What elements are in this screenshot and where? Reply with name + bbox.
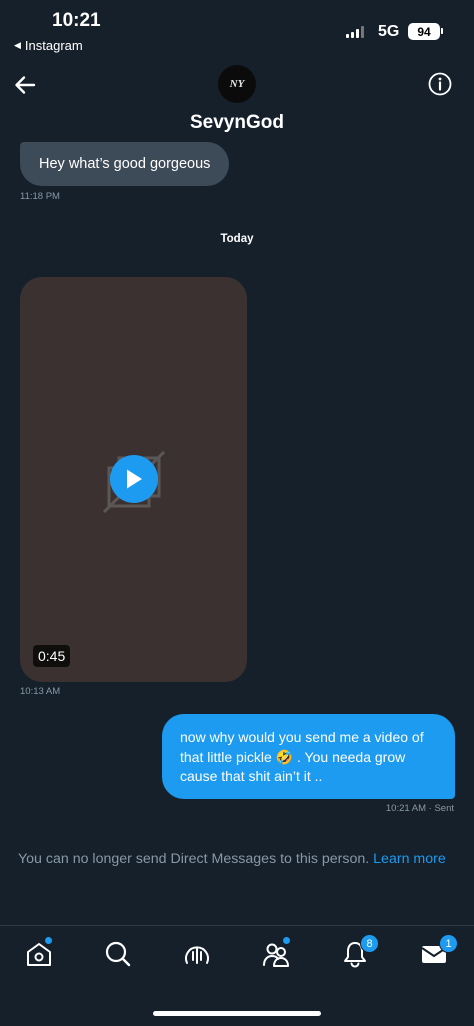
incoming-message-text: Hey what’s good gorgeous bbox=[39, 156, 211, 172]
avatar-logo-text: NY bbox=[229, 78, 245, 90]
network-type: 5G bbox=[378, 23, 400, 40]
back-to-app-link[interactable]: ◀ Instagram bbox=[14, 38, 83, 53]
battery-icon: 94 bbox=[408, 23, 440, 40]
outgoing-message-status: 10:21 AM · Sent bbox=[385, 803, 454, 814]
play-button[interactable] bbox=[110, 455, 158, 503]
battery-level: 94 bbox=[417, 24, 431, 39]
status-time: 10:21 bbox=[52, 10, 101, 31]
communities-icon[interactable] bbox=[262, 940, 290, 968]
conversation-title[interactable]: SevynGod bbox=[0, 112, 474, 134]
messages-count-badge: 1 bbox=[439, 934, 458, 953]
battery-tip bbox=[441, 28, 443, 34]
incoming-message-time: 11:18 PM bbox=[20, 191, 60, 202]
nav-divider bbox=[0, 925, 474, 926]
video-duration: 0:45 bbox=[33, 645, 71, 667]
spaces-icon[interactable] bbox=[183, 940, 211, 968]
back-app-label: Instagram bbox=[24, 38, 83, 53]
info-icon[interactable] bbox=[428, 72, 452, 96]
incoming-message-bubble[interactable]: Hey what’s good gorgeous bbox=[20, 142, 229, 186]
avatar[interactable]: NY bbox=[218, 65, 256, 103]
learn-more-link[interactable]: Learn more bbox=[373, 851, 446, 867]
notifications-count-badge: 8 bbox=[360, 934, 379, 953]
back-triangle-icon: ◀ bbox=[14, 40, 21, 50]
dm-restriction-notice: You can no longer send Direct Messages t… bbox=[18, 851, 458, 867]
home-notification-dot bbox=[45, 937, 52, 944]
video-message-time: 10:13 AM bbox=[20, 686, 61, 697]
signal-icon bbox=[346, 26, 364, 38]
back-arrow-icon[interactable] bbox=[12, 72, 38, 98]
notice-text: You can no longer send Direct Messages t… bbox=[18, 851, 370, 867]
outgoing-message-line: that little pickle 🤣 . You needa grow bbox=[180, 748, 406, 765]
play-icon bbox=[127, 469, 142, 489]
outgoing-message-line: now why would you send me a video of bbox=[180, 729, 424, 745]
date-divider: Today bbox=[220, 233, 254, 245]
search-icon[interactable] bbox=[104, 940, 132, 968]
home-indicator bbox=[153, 1011, 321, 1016]
outgoing-message-line: cause that shit ain’t it .. bbox=[180, 768, 323, 784]
communities-notification-dot bbox=[283, 937, 290, 944]
home-icon[interactable] bbox=[25, 940, 53, 968]
outgoing-message-bubble[interactable]: now why would you send me a video of tha… bbox=[162, 714, 455, 799]
